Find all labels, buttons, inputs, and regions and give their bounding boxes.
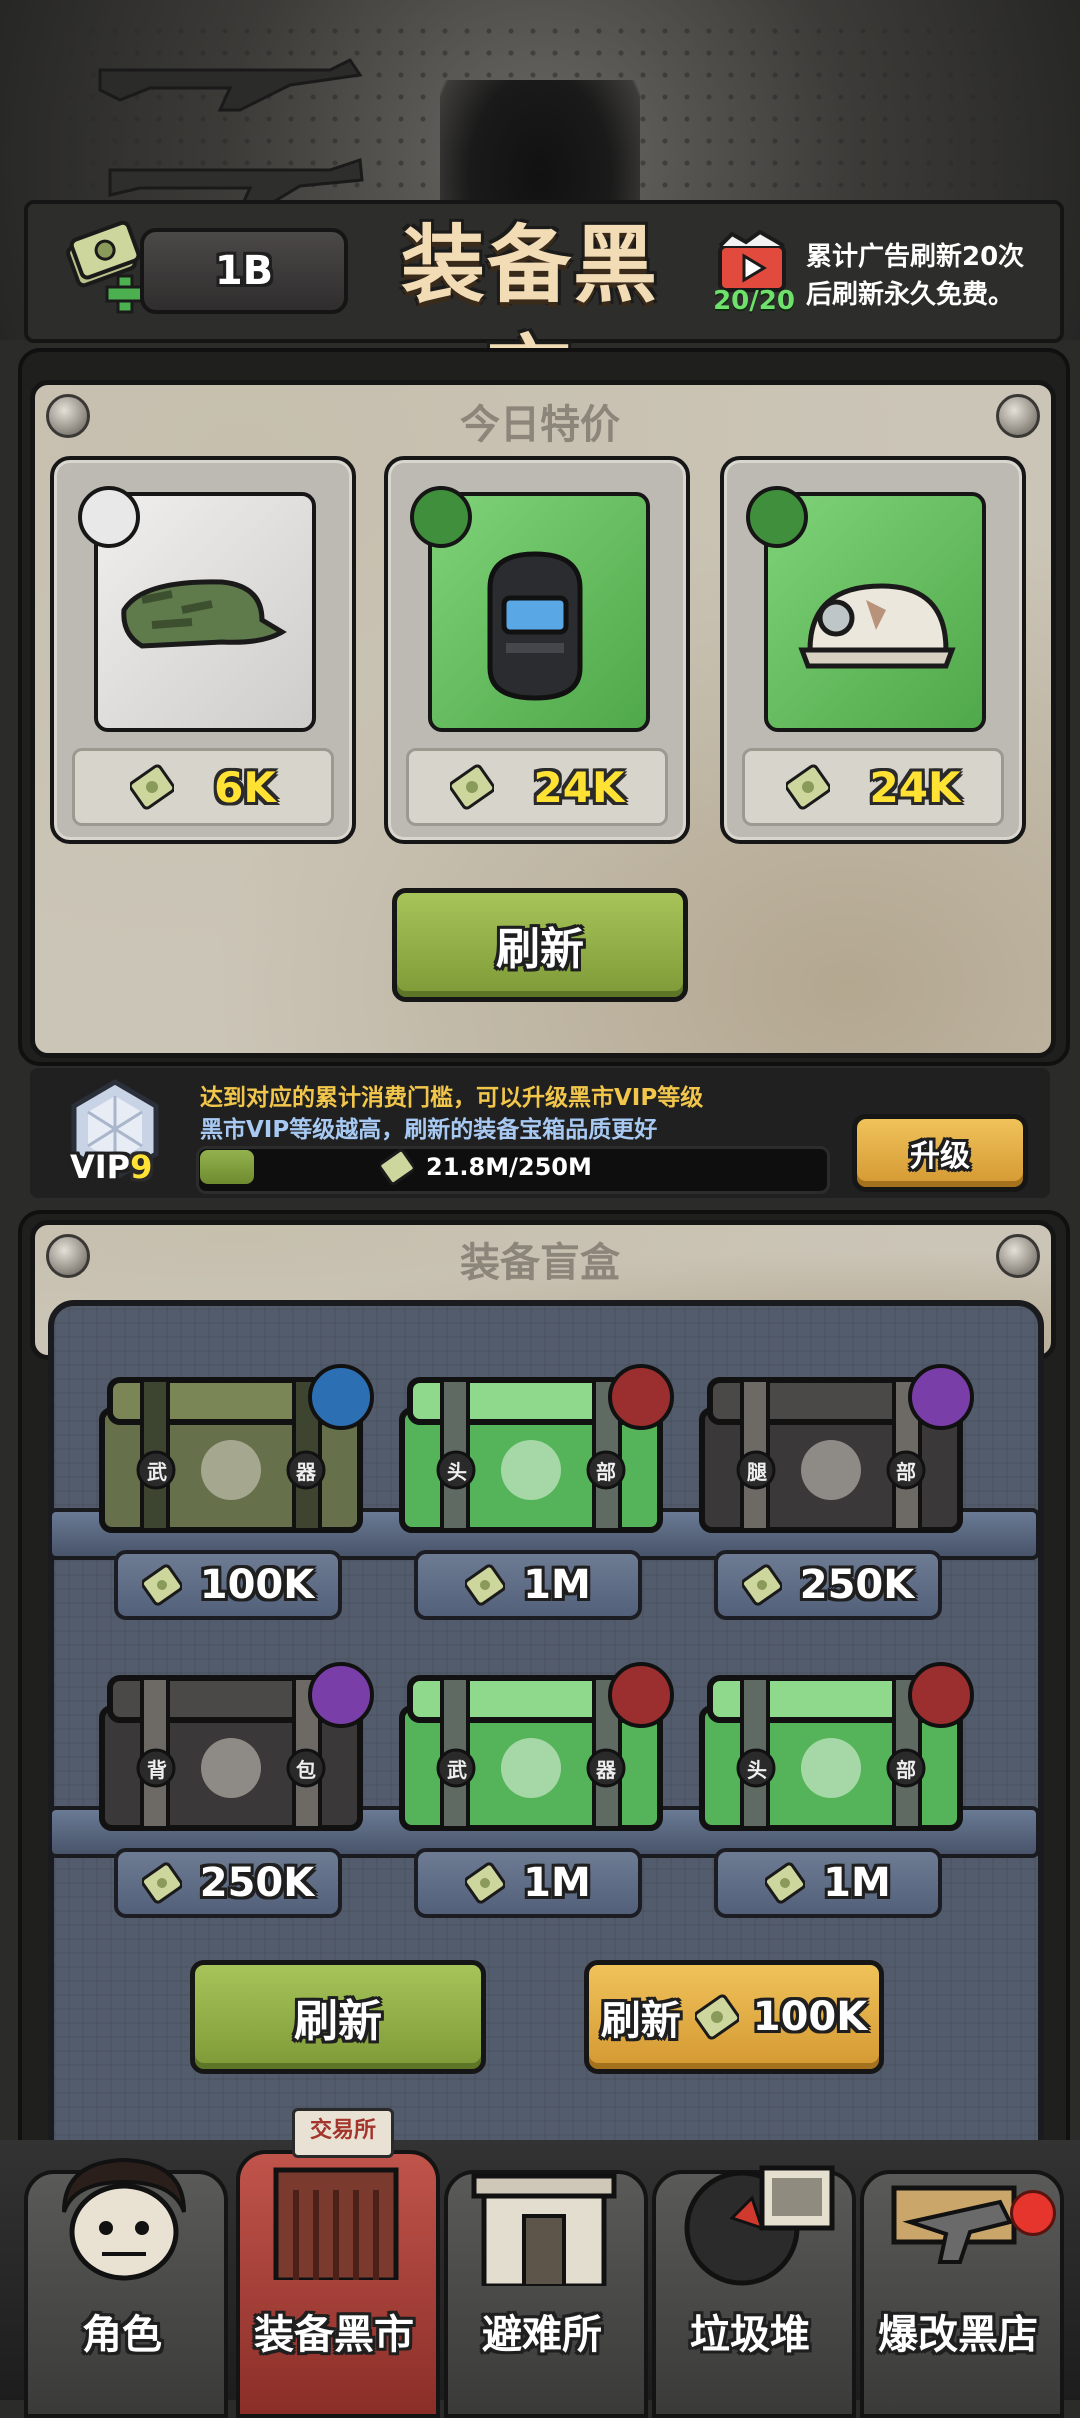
cash-icon: [785, 764, 830, 810]
item-price: 24K: [869, 762, 961, 812]
blind-box-title: 装备盲盒: [460, 1240, 620, 1286]
exchange-tag: 交易所: [292, 2108, 394, 2158]
item-price: 6K: [214, 762, 276, 812]
chest-label-left: 腿: [747, 1460, 767, 1484]
ad-note-line1: 累计广告刷新20次: [806, 242, 1025, 272]
bolt-icon: [46, 394, 90, 438]
paid-refresh-label: 刷新: [600, 1998, 681, 2044]
blind-box-price-value: 250K: [799, 1562, 915, 1608]
cash-icon: [765, 1862, 806, 1904]
blind-box-helmet[interactable]: 头 部 1M: [696, 1662, 986, 1918]
item-price: 24K: [533, 762, 625, 812]
chest-label-left: 头: [747, 1758, 767, 1782]
blind-box-price-value: 1M: [523, 1562, 591, 1608]
tab-label-shelter: 避难所: [482, 2312, 602, 2358]
blind-box-price: 250K: [714, 1550, 942, 1620]
character-icon: [62, 2157, 186, 2281]
blind-box-price: 1M: [714, 1848, 942, 1918]
cash-balance: 1B: [140, 228, 348, 314]
blind-box-weapon[interactable]: 武 器 1M: [396, 1662, 686, 1918]
weapon-category-icon: [608, 1662, 674, 1728]
weapon-category-icon: [308, 1364, 374, 1430]
blind-box-price: 250K: [114, 1848, 342, 1918]
chest-label-left: 背: [147, 1758, 167, 1782]
chest-label-right: 部: [596, 1460, 616, 1484]
chest-label-left: 头: [447, 1460, 467, 1484]
helmet-category-icon: [908, 1662, 974, 1728]
video-ad-icon[interactable]: [712, 230, 792, 294]
vip-progress-text: 21.8M/250M: [426, 1153, 592, 1181]
junk-pile-icon: [684, 2165, 835, 2286]
price-bar: 6K: [72, 748, 334, 826]
vip-progress-fill: [200, 1150, 254, 1184]
ad-note-line2: 后刷新永久免费。: [806, 280, 1015, 310]
daily-special-title: 今日特价: [460, 402, 620, 448]
blind-box-paid-refresh-button[interactable]: 刷新 100K: [584, 1960, 884, 2074]
military-cap-icon: [121, 579, 287, 649]
cash-icon: [465, 1564, 506, 1606]
cash-icon: [465, 1862, 506, 1904]
blind-box-helmet[interactable]: 头 部 1M: [396, 1364, 686, 1620]
tab-label-junkyard: 垃圾堆: [690, 2312, 810, 2358]
paid-refresh-price: 100K: [752, 1994, 868, 2040]
rifle-decoration: [98, 58, 363, 112]
helmet-category-icon: [608, 1364, 674, 1430]
blind-box-price-value: 250K: [199, 1860, 315, 1906]
chest-label-right: 器: [296, 1460, 316, 1484]
blind-box-price: 100K: [114, 1550, 342, 1620]
vip-progress-label: 21.8M/250M: [380, 1148, 700, 1186]
vip-description-1: 达到对应的累计消费门槛，可以升级黑市VIP等级: [200, 1085, 704, 1111]
miner-helmet-icon: [798, 583, 956, 669]
blind-box-price-value: 1M: [823, 1860, 891, 1906]
chest-label-right: 部: [896, 1758, 916, 1782]
cash-icon: [694, 1994, 739, 2040]
helmet-slot-icon: [746, 486, 808, 548]
blind-box-pants[interactable]: 腿 部 250K: [696, 1364, 986, 1620]
ad-refresh-note: 累计广告刷新20次 后刷新永久免费。: [806, 238, 1056, 318]
vip-upgrade-button[interactable]: 升级: [852, 1114, 1028, 1192]
cash-icon: [741, 1564, 782, 1606]
pants-category-icon: [908, 1364, 974, 1430]
cash-icon: [449, 764, 494, 810]
cash-icon: [141, 1862, 182, 1904]
blind-box-backpack[interactable]: 背 包 250K: [96, 1662, 386, 1918]
price-bar: 24K: [742, 748, 1004, 826]
blind-box-weapon[interactable]: 武 器 100K: [96, 1364, 386, 1620]
price-bar: 24K: [406, 748, 668, 826]
blind-box-price-value: 100K: [199, 1562, 315, 1608]
tab-label-mod-shop: 爆改黑店: [878, 2312, 1038, 2358]
chest-label-left: 武: [447, 1758, 467, 1782]
blind-box-price: 1M: [414, 1848, 642, 1918]
welding-mask-icon: [487, 551, 583, 701]
blind-box-price: 1M: [414, 1550, 642, 1620]
tab-label-black-market: 装备黑市: [254, 2312, 414, 2358]
tab-label-character: 角色: [82, 2312, 162, 2358]
shelter-icon: [471, 2173, 617, 2286]
cash-icon: [130, 764, 175, 810]
blind-box-price-value: 1M: [523, 1860, 591, 1906]
daily-refresh-button[interactable]: 刷新: [392, 888, 688, 1002]
page-title: 装备黑市: [400, 216, 659, 424]
ad-refresh-count: 20/20: [713, 286, 795, 316]
cash-icon: [380, 1148, 414, 1186]
vip-description-2: 黑市VIP等级越高，刷新的装备宝箱品质更好: [200, 1117, 658, 1143]
blind-box-refresh-button[interactable]: 刷新: [190, 1960, 486, 2074]
chest-label-right: 包: [296, 1758, 316, 1782]
cash-icon: [141, 1564, 182, 1606]
notification-dot: [1010, 2190, 1056, 2236]
bolt-icon: [996, 1234, 1040, 1278]
bolt-icon: [996, 394, 1040, 438]
vip-level: VIP9: [70, 1148, 180, 1192]
vip-label-text: VIP: [70, 1148, 131, 1186]
bolt-icon: [46, 1234, 90, 1278]
mask-slot-icon: [410, 486, 472, 548]
chest-label-left: 武: [147, 1460, 167, 1484]
vip-level-number: 9: [130, 1148, 153, 1186]
chest-label-right: 器: [596, 1758, 616, 1782]
market-gate-icon: [273, 2167, 399, 2280]
backpack-category-icon: [308, 1662, 374, 1728]
chest-label-right: 部: [896, 1460, 916, 1484]
helmet-slot-icon: [78, 486, 140, 548]
